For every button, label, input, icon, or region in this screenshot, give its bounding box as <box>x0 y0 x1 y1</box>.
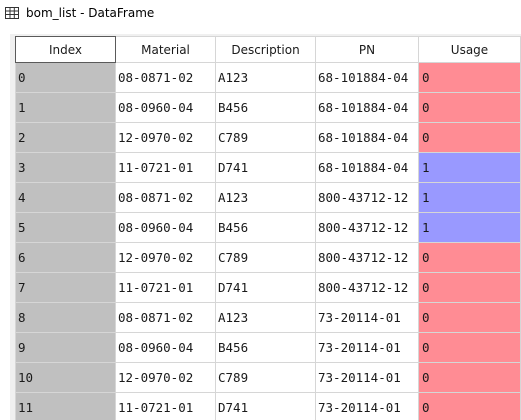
description-cell[interactable]: C789 <box>215 362 316 393</box>
table-row[interactable]: 0 08-0871-02 A123 68-101884-04 0 <box>15 62 521 93</box>
row-index-cell[interactable]: 3 <box>15 152 116 183</box>
material-cell[interactable]: 11-0721-01 <box>115 392 216 420</box>
description-cell[interactable]: B456 <box>215 92 316 123</box>
column-header-pn[interactable]: PN <box>315 36 419 63</box>
usage-cell[interactable]: 0 <box>418 332 521 363</box>
material-cell[interactable]: 12-0970-02 <box>115 242 216 273</box>
column-header-material[interactable]: Material <box>115 36 216 63</box>
usage-cell[interactable]: 1 <box>418 182 521 213</box>
usage-cell[interactable]: 0 <box>418 392 521 420</box>
description-cell[interactable]: C789 <box>215 122 316 153</box>
window-titlebar: bom_list - DataFrame <box>0 0 521 26</box>
pn-cell[interactable]: 800-43712-12 <box>315 272 419 303</box>
row-index-cell[interactable]: 5 <box>15 212 116 243</box>
material-cell[interactable]: 12-0970-02 <box>115 362 216 393</box>
table-row[interactable]: 8 08-0871-02 A123 73-20114-01 0 <box>15 302 521 333</box>
pn-cell[interactable]: 800-43712-12 <box>315 212 419 243</box>
row-index-cell[interactable]: 6 <box>15 242 116 273</box>
column-header-description[interactable]: Description <box>215 36 316 63</box>
row-index-cell[interactable]: 2 <box>15 122 116 153</box>
row-index-cell[interactable]: 8 <box>15 302 116 333</box>
row-index-cell[interactable]: 11 <box>15 392 116 420</box>
description-cell[interactable]: A123 <box>215 302 316 333</box>
row-index-cell[interactable]: 9 <box>15 332 116 363</box>
material-cell[interactable]: 12-0970-02 <box>115 122 216 153</box>
row-index-cell[interactable]: 7 <box>15 272 116 303</box>
pn-cell[interactable]: 68-101884-04 <box>315 62 419 93</box>
usage-cell[interactable]: 1 <box>418 152 521 183</box>
description-cell[interactable]: C789 <box>215 242 316 273</box>
material-cell[interactable]: 08-0960-04 <box>115 212 216 243</box>
row-index-cell[interactable]: 4 <box>15 182 116 213</box>
description-cell[interactable]: B456 <box>215 332 316 363</box>
table-row[interactable]: 6 12-0970-02 C789 800-43712-12 0 <box>15 242 521 273</box>
pn-cell[interactable]: 73-20114-01 <box>315 302 419 333</box>
usage-cell[interactable]: 0 <box>418 362 521 393</box>
description-cell[interactable]: D741 <box>215 392 316 420</box>
material-cell[interactable]: 08-0960-04 <box>115 332 216 363</box>
table-row[interactable]: 3 11-0721-01 D741 68-101884-04 1 <box>15 152 521 183</box>
usage-cell[interactable]: 0 <box>418 302 521 333</box>
table-row[interactable]: 2 12-0970-02 C789 68-101884-04 0 <box>15 122 521 153</box>
material-cell[interactable]: 08-0871-02 <box>115 62 216 93</box>
pn-cell[interactable]: 800-43712-12 <box>315 182 419 213</box>
description-cell[interactable]: D741 <box>215 272 316 303</box>
table-row[interactable]: 11 11-0721-01 D741 73-20114-01 0 <box>15 392 521 420</box>
column-header-index[interactable]: Index <box>15 36 116 63</box>
table-row[interactable]: 7 11-0721-01 D741 800-43712-12 0 <box>15 272 521 303</box>
table-row[interactable]: 5 08-0960-04 B456 800-43712-12 1 <box>15 212 521 243</box>
pn-cell[interactable]: 68-101884-04 <box>315 152 419 183</box>
usage-cell[interactable]: 0 <box>418 62 521 93</box>
row-index-cell[interactable]: 10 <box>15 362 116 393</box>
material-cell[interactable]: 11-0721-01 <box>115 152 216 183</box>
description-cell[interactable]: D741 <box>215 152 316 183</box>
usage-cell[interactable]: 0 <box>418 272 521 303</box>
material-cell[interactable]: 11-0721-01 <box>115 272 216 303</box>
description-cell[interactable]: B456 <box>215 212 316 243</box>
pn-cell[interactable]: 73-20114-01 <box>315 392 419 420</box>
description-cell[interactable]: A123 <box>215 182 316 213</box>
header-row: Index Material Description PN Usage <box>15 36 521 63</box>
row-index-cell[interactable]: 1 <box>15 92 116 123</box>
description-cell[interactable]: A123 <box>215 62 316 93</box>
dataframe-table: Index Material Description PN Usage 0 08-… <box>15 36 521 420</box>
pn-cell[interactable]: 73-20114-01 <box>315 362 419 393</box>
pn-cell[interactable]: 73-20114-01 <box>315 332 419 363</box>
table-row[interactable]: 4 08-0871-02 A123 800-43712-12 1 <box>15 182 521 213</box>
material-cell[interactable]: 08-0960-04 <box>115 92 216 123</box>
material-cell[interactable]: 08-0871-02 <box>115 182 216 213</box>
table-row[interactable]: 1 08-0960-04 B456 68-101884-04 0 <box>15 92 521 123</box>
material-cell[interactable]: 08-0871-02 <box>115 302 216 333</box>
usage-cell[interactable]: 0 <box>418 122 521 153</box>
pn-cell[interactable]: 68-101884-04 <box>315 92 419 123</box>
usage-cell[interactable]: 1 <box>418 212 521 243</box>
row-index-cell[interactable]: 0 <box>15 62 116 93</box>
column-header-usage[interactable]: Usage <box>418 36 521 63</box>
usage-cell[interactable]: 0 <box>418 242 521 273</box>
table-row[interactable]: 9 08-0960-04 B456 73-20114-01 0 <box>15 332 521 363</box>
pn-cell[interactable]: 800-43712-12 <box>315 242 419 273</box>
dataframe-viewport[interactable]: Index Material Description PN Usage 0 08-… <box>10 34 521 420</box>
usage-cell[interactable]: 0 <box>418 92 521 123</box>
table-icon <box>4 5 20 21</box>
window-title: bom_list - DataFrame <box>26 6 155 20</box>
pn-cell[interactable]: 68-101884-04 <box>315 122 419 153</box>
table-row[interactable]: 10 12-0970-02 C789 73-20114-01 0 <box>15 362 521 393</box>
